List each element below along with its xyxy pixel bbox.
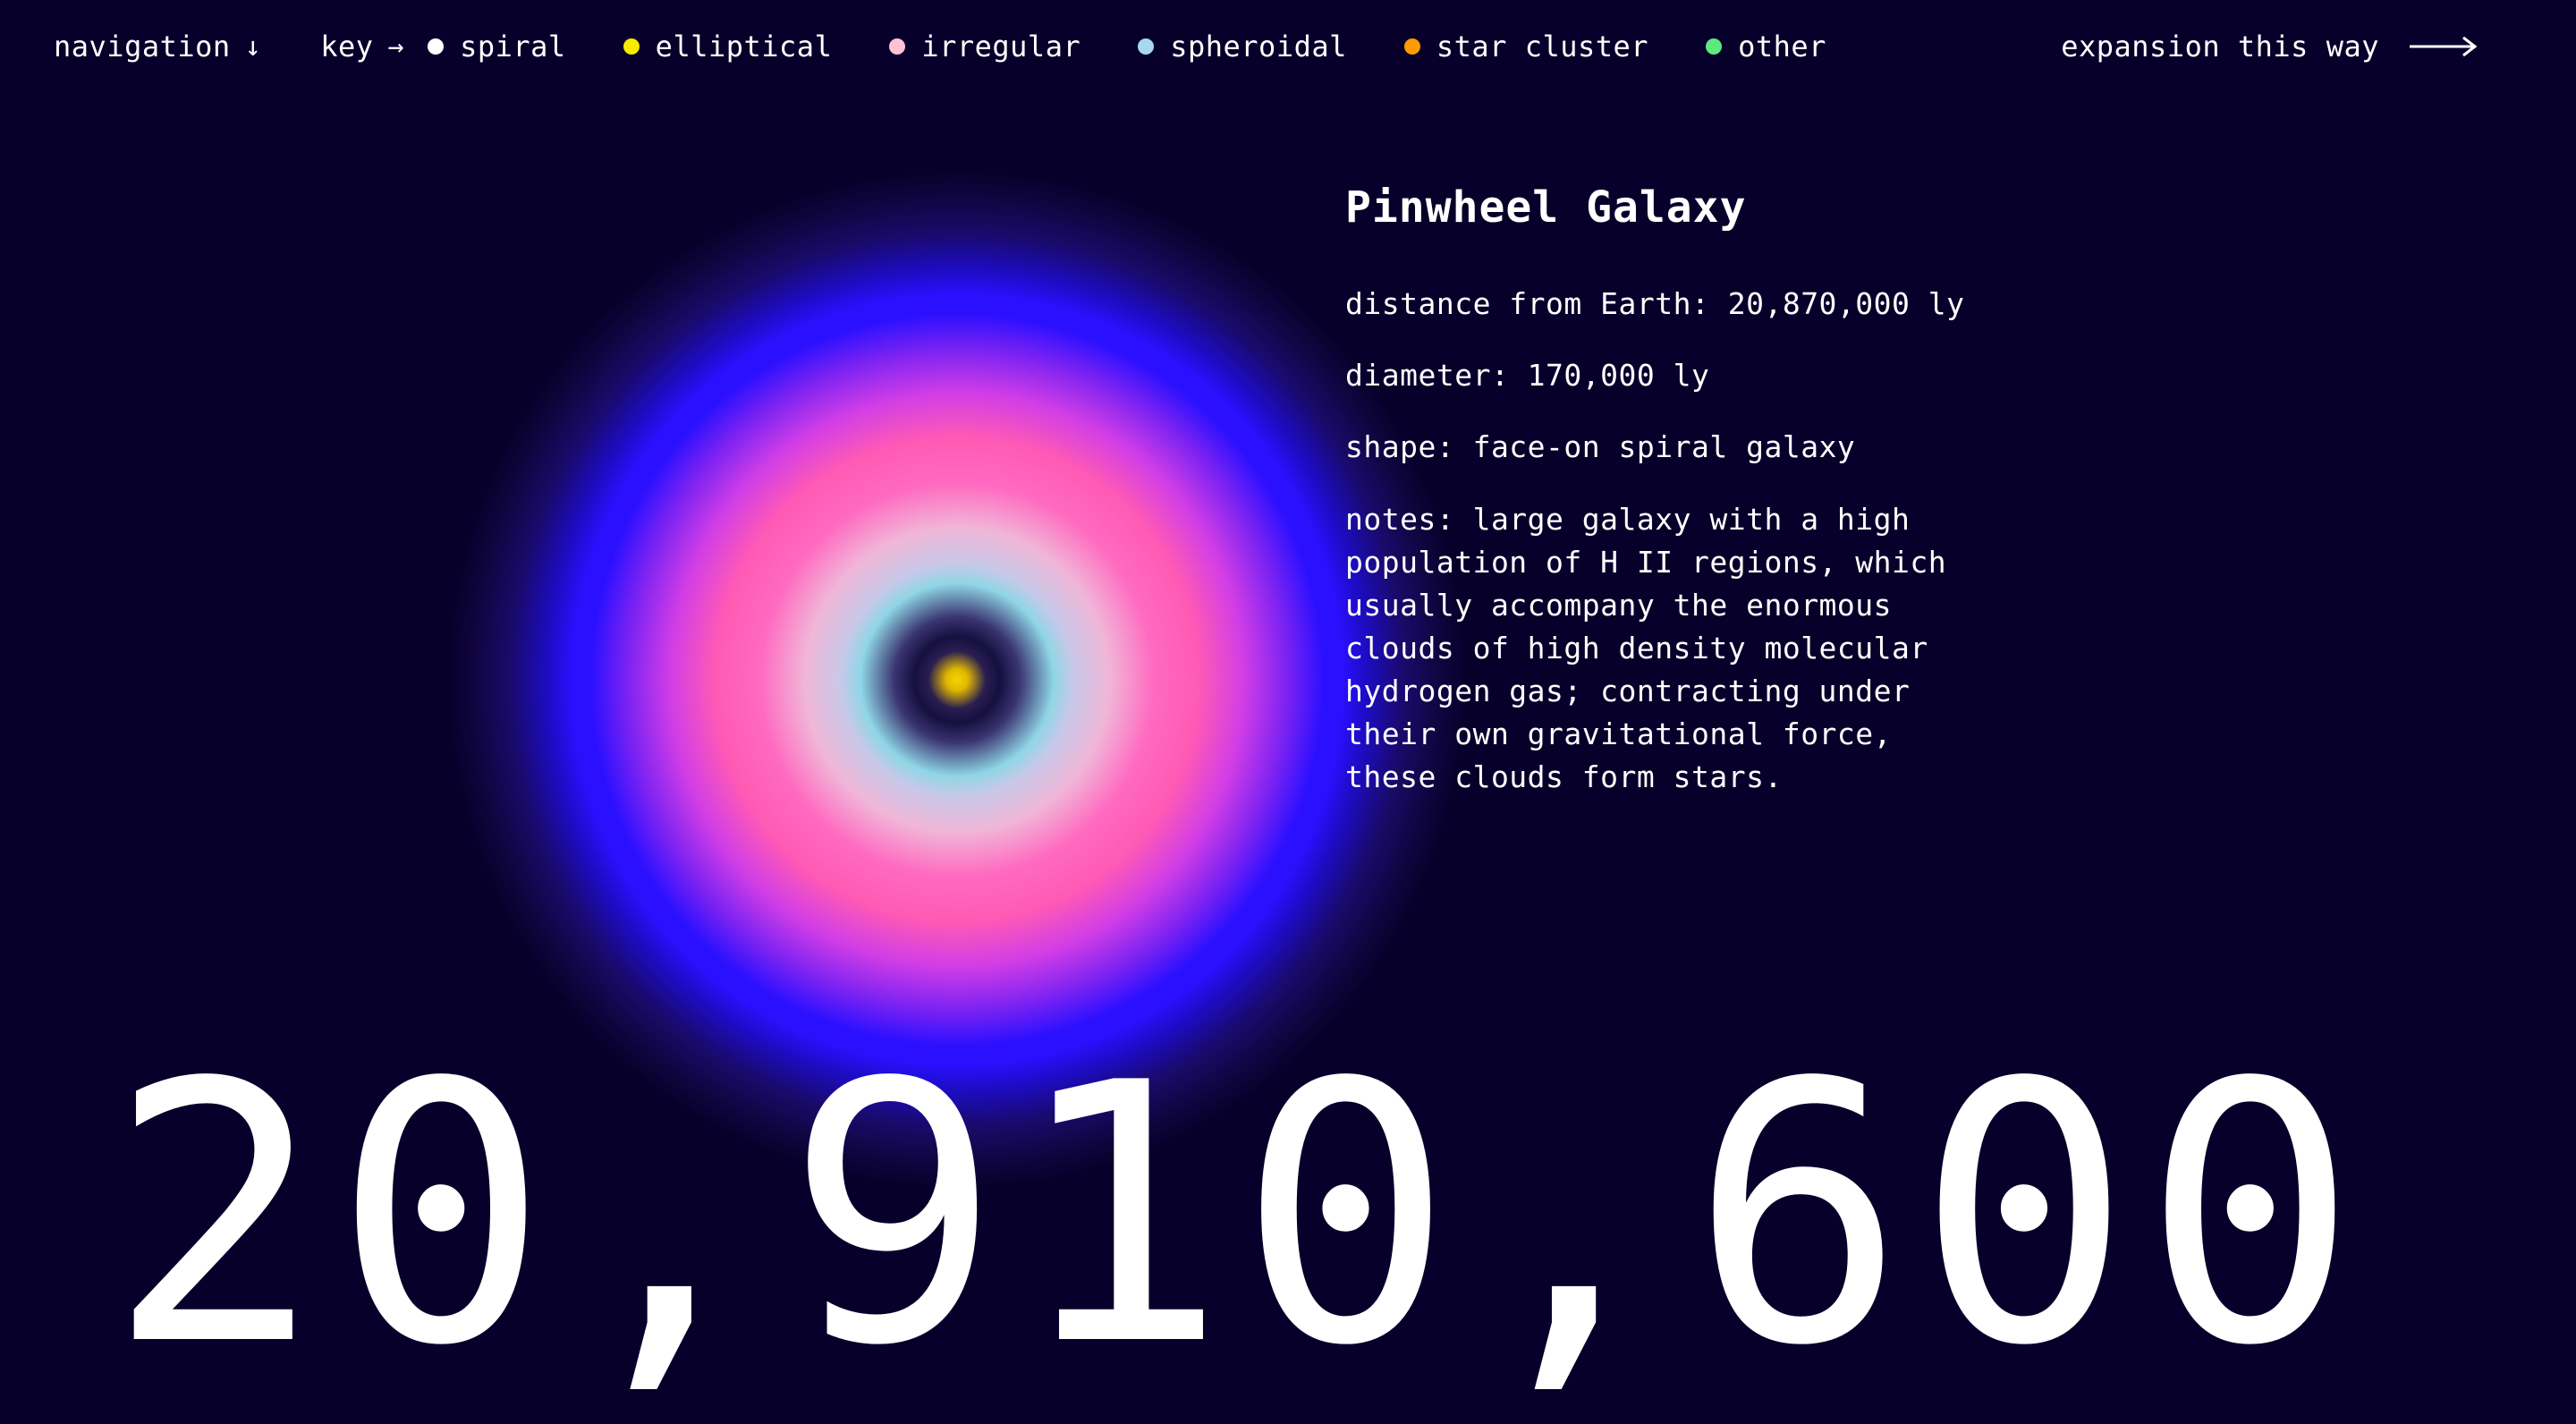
key-label: key (320, 30, 374, 64)
distance-counter: 20,910,600 (107, 1008, 2369, 1424)
galaxy-diameter: diameter: 170,000 ly (1345, 358, 1710, 393)
legend-item-spiral[interactable]: spiral (428, 30, 566, 64)
navigation-label: navigation (54, 30, 231, 64)
galaxy-distance: distance from Earth: 20,870,000 ly (1345, 286, 1965, 321)
star-cluster-dot-icon (1403, 38, 1420, 55)
navigation-button[interactable]: navigation ↓ (54, 30, 261, 64)
arrow-right-icon: → (387, 30, 405, 63)
galaxy-info-panel: Pinwheel Galaxy distance from Earth: 20,… (1345, 179, 2043, 828)
elliptical-dot-icon (623, 38, 640, 55)
spiral-dot-icon (428, 38, 445, 55)
legend-item-elliptical[interactable]: elliptical (623, 30, 833, 64)
long-arrow-right-icon (2410, 36, 2478, 57)
top-bar: navigation ↓ key → spiral elliptical irr… (54, 27, 1826, 66)
legend-item-label: star cluster (1436, 30, 1649, 64)
legend-item-irregular[interactable]: irregular (889, 30, 1080, 64)
irregular-dot-icon (889, 38, 906, 55)
legend: key → spiral elliptical irregular sphero… (320, 30, 1826, 64)
legend-item-label: other (1738, 30, 1826, 64)
legend-item-spheroidal[interactable]: spheroidal (1138, 30, 1347, 64)
galaxy-name: Pinwheel Galaxy (1345, 182, 1747, 233)
galaxy-shape: shape: face-on spiral galaxy (1345, 429, 1856, 464)
spheroidal-dot-icon (1138, 38, 1155, 55)
expansion-link[interactable]: expansion this way (2061, 27, 2478, 66)
other-dot-icon (1706, 38, 1723, 55)
legend-item-label: elliptical (655, 30, 833, 64)
legend-item-other[interactable]: other (1706, 30, 1826, 64)
legend-item-label: spiral (460, 30, 566, 64)
galaxy-notes: notes: large galaxy with a high populati… (1345, 502, 1947, 794)
arrow-down-icon: ↓ (244, 30, 262, 63)
expansion-label: expansion this way (2061, 30, 2379, 64)
legend-item-label: spheroidal (1170, 30, 1347, 64)
legend-item-star-cluster[interactable]: star cluster (1403, 30, 1649, 64)
legend-item-label: irregular (921, 30, 1081, 64)
